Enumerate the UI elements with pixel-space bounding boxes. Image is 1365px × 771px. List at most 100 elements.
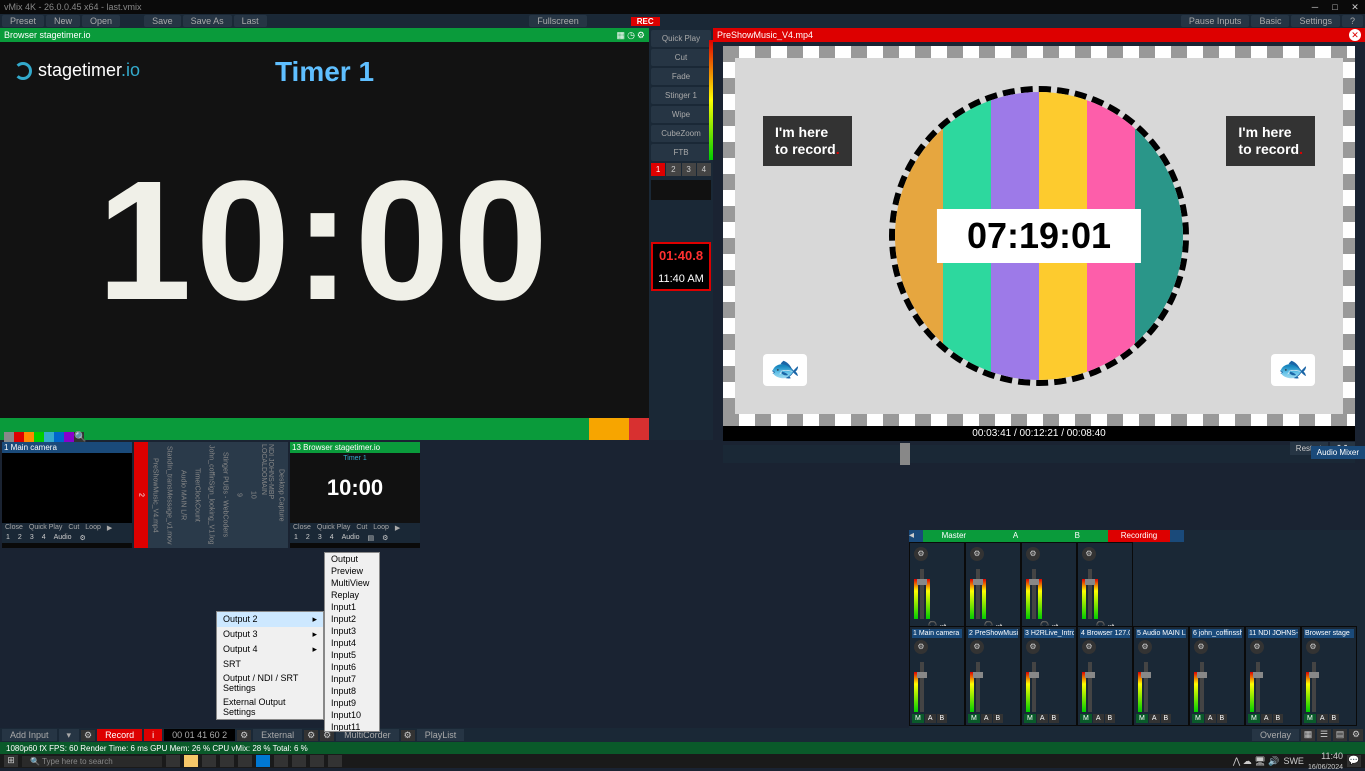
view-icon-1[interactable]: ▦	[1301, 729, 1315, 741]
menu-input3[interactable]: Input3	[325, 625, 379, 637]
menu-input7[interactable]: Input7	[325, 673, 379, 685]
gear-icon[interactable]: ⚙	[970, 640, 984, 654]
mixer-channel-[interactable]: Browser stage ⚙ MAB	[1301, 626, 1357, 726]
fader[interactable]	[1312, 662, 1316, 712]
cut-btn[interactable]: Cut	[65, 523, 82, 533]
chip-green[interactable]	[34, 432, 44, 442]
input-strip-7[interactable]: John_coffinSign_looking_V1.log	[204, 442, 218, 548]
preview-window[interactable]: stagetimer.io Timer 1 10:00	[0, 42, 649, 440]
fader[interactable]	[1032, 662, 1036, 712]
trans-3[interactable]: 3	[682, 163, 696, 176]
menu-replay[interactable]: Replay	[325, 589, 379, 601]
gear-icon[interactable]: ⚙	[1138, 640, 1152, 654]
trans-1[interactable]: 1	[651, 163, 665, 176]
fader[interactable]	[1144, 662, 1148, 712]
gear-icon[interactable]: ⚙	[237, 730, 251, 741]
menu-output4[interactable]: Output 4▸	[217, 642, 323, 657]
mix-a[interactable]: A	[985, 530, 1047, 542]
external-button[interactable]: External	[253, 729, 302, 741]
input-strip-3[interactable]: PreShowMusic_V4.mp4	[148, 442, 162, 548]
gear-icon[interactable]: ⚙	[304, 730, 318, 741]
input-strip-6[interactable]: TimerClockCount	[190, 442, 204, 548]
input-strip-8[interactable]: Stinger PUBs - WebCoders	[218, 442, 232, 548]
input-strip-4[interactable]: StandIn_transMessage_v1.mov	[162, 442, 176, 548]
scrub-handle[interactable]	[900, 443, 910, 465]
chip-all[interactable]	[4, 432, 14, 442]
menu-input8[interactable]: Input8	[325, 685, 379, 697]
app-icon[interactable]	[292, 755, 306, 767]
gear-icon[interactable]: ⚙	[1026, 640, 1040, 654]
chrome-icon[interactable]	[202, 755, 216, 767]
chip-blue[interactable]	[54, 432, 64, 442]
fader[interactable]	[1256, 662, 1260, 712]
bus-a-btn[interactable]: A	[1093, 714, 1104, 723]
wipe-button[interactable]: Wipe	[651, 106, 711, 123]
record-info[interactable]: i	[144, 729, 162, 741]
ftb-button[interactable]: FTB	[651, 144, 711, 161]
quickplay-button[interactable]: Quick Play	[651, 30, 711, 47]
fader[interactable]	[1088, 569, 1092, 619]
menu-ext-settings[interactable]: External Output Settings	[217, 695, 323, 719]
bus-b-btn[interactable]: B	[993, 714, 1004, 723]
app-icon[interactable]	[310, 755, 324, 767]
audio-mixer-toggle[interactable]: Audio Mixer	[1311, 446, 1365, 459]
new-button[interactable]: New	[46, 15, 80, 27]
gear-icon[interactable]: ⚙	[1250, 640, 1264, 654]
playlist-button[interactable]: PlayList	[417, 729, 465, 741]
basic-button[interactable]: Basic	[1251, 15, 1289, 27]
bus-b-btn[interactable]: B	[1329, 714, 1340, 723]
explorer-icon[interactable]	[184, 755, 198, 767]
task-view-icon[interactable]	[166, 755, 180, 767]
mixer-channel-5[interactable]: 5 Audio MAIN L ⚙ MAB	[1133, 626, 1189, 726]
mute-btn[interactable]: M	[1024, 714, 1036, 723]
input-strip-5[interactable]: Audio MAIN L/R	[176, 442, 190, 548]
gear-icon[interactable]: ⚙	[637, 30, 645, 41]
gear-icon[interactable]: ⚙	[970, 547, 984, 561]
mute-btn[interactable]: M	[1248, 714, 1260, 723]
menu-input9[interactable]: Input9	[325, 697, 379, 709]
input-strip-9[interactable]: 9	[232, 442, 246, 548]
fader[interactable]	[1032, 569, 1036, 619]
app-icon[interactable]	[238, 755, 252, 767]
gear-icon[interactable]: ⚙	[378, 533, 392, 543]
taskbar-lang[interactable]: SWE	[1283, 756, 1304, 766]
preview-icon2[interactable]: ◷	[627, 30, 635, 41]
bus-b-btn[interactable]: B	[1161, 714, 1172, 723]
view-icon-3[interactable]: ▤	[1333, 729, 1347, 741]
maximize-button[interactable]: □	[1329, 2, 1341, 13]
taskbar-time[interactable]: 11:40	[1321, 751, 1343, 761]
taskbar-search[interactable]: 🔍 Type here to search	[22, 756, 162, 767]
last-button[interactable]: Last	[234, 15, 267, 27]
add-input-dropdown[interactable]: ▾	[59, 729, 80, 742]
mute-btn[interactable]: M	[1192, 714, 1204, 723]
menu-input11[interactable]: Input11	[325, 721, 379, 732]
preset-button[interactable]: Preset	[2, 15, 44, 27]
gear-icon[interactable]: ⚙	[1082, 640, 1096, 654]
menu-output2[interactable]: Output 2▸	[217, 612, 323, 627]
chip-orange[interactable]	[24, 432, 34, 442]
mute-btn[interactable]: M	[1080, 714, 1092, 723]
app-icon[interactable]	[274, 755, 288, 767]
mixer-channel-6[interactable]: 6 john_coffinsshi ⚙ MAB	[1189, 626, 1245, 726]
loop-btn[interactable]: Loop	[82, 523, 104, 533]
open-button[interactable]: Open	[82, 15, 120, 27]
minimize-button[interactable]: ─	[1309, 2, 1321, 13]
close-button[interactable]: ✕	[1349, 2, 1361, 13]
gear-icon[interactable]: ⚙	[401, 730, 415, 741]
mixer-channel-1[interactable]: 1 Main camera ⚙ MAB	[909, 626, 965, 726]
bus-a-btn[interactable]: A	[1037, 714, 1048, 723]
mixer-channel-11[interactable]: 11 NDI JOHNS-M ⚙ MAB	[1245, 626, 1301, 726]
bus-b-btn[interactable]: B	[937, 714, 948, 723]
output-close-button[interactable]: ✕	[1349, 29, 1361, 41]
gear-icon[interactable]: ⚙	[76, 533, 90, 543]
input-strip-12[interactable]: Desktop Capture	[274, 442, 288, 548]
input-13-browser[interactable]: 13 Browser stagetimer.io Timer 1 10:00 C…	[290, 442, 420, 548]
gear-icon[interactable]: ⚙	[1306, 640, 1320, 654]
bus-b-btn[interactable]: B	[1217, 714, 1228, 723]
add-input-button[interactable]: Add Input	[2, 729, 57, 741]
search-icon[interactable]: 🔍	[74, 432, 84, 442]
bus-a-btn[interactable]: A	[1317, 714, 1328, 723]
bus-a-btn[interactable]: A	[981, 714, 992, 723]
mix-b[interactable]: B	[1046, 530, 1108, 542]
mixer-collapse[interactable]: ◂	[909, 530, 923, 542]
